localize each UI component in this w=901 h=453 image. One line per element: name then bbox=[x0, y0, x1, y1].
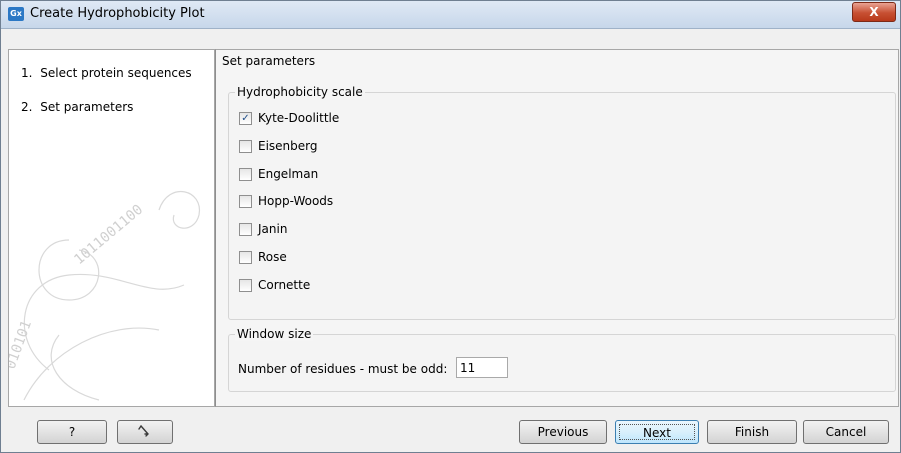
option-label: Kyte-Doolittle bbox=[258, 111, 340, 125]
panel-title: Set parameters bbox=[222, 54, 316, 68]
option-label: Eisenberg bbox=[258, 139, 318, 153]
window-title: Create Hydrophobicity Plot bbox=[30, 6, 205, 21]
group-legend: Window size bbox=[235, 327, 314, 341]
help-button[interactable]: ? bbox=[37, 420, 107, 444]
app-logo-icon: Gx bbox=[8, 7, 24, 21]
checkbox[interactable] bbox=[239, 195, 252, 208]
reset-button[interactable] bbox=[117, 420, 173, 444]
window-size-group: Window size Number of residues - must be… bbox=[228, 327, 896, 392]
step-label: Select protein sequences bbox=[40, 66, 192, 80]
option-label: Rose bbox=[258, 250, 287, 264]
finish-button[interactable]: Finish bbox=[707, 420, 797, 444]
dialog-window: Gx Create Hydrophobicity Plot X 1. Selec… bbox=[0, 0, 901, 453]
hydrophobicity-scale-group: Hydrophobicity scale ✓ Kyte-Doolittle Ei… bbox=[228, 85, 896, 320]
option-label: Cornette bbox=[258, 278, 311, 292]
residues-field-label: Number of residues - must be odd: bbox=[238, 362, 448, 376]
undo-arrow-icon bbox=[138, 425, 149, 437]
checkbox[interactable] bbox=[239, 223, 252, 236]
window-size-input[interactable] bbox=[456, 357, 508, 378]
checkbox[interactable] bbox=[239, 279, 252, 292]
svg-text:1011001100: 1011001100 bbox=[71, 202, 146, 268]
svg-text:010101: 010101 bbox=[9, 318, 35, 371]
wizard-steps-panel: 1. Select protein sequences 2. Set param… bbox=[8, 49, 215, 407]
checkbox-checked[interactable]: ✓ bbox=[239, 112, 252, 125]
step-set-parameters: 2. Set parameters bbox=[21, 100, 133, 114]
step-number: 1. bbox=[21, 66, 33, 80]
checkbox[interactable] bbox=[239, 251, 252, 264]
checkbox[interactable] bbox=[239, 168, 252, 181]
next-button-label: Next bbox=[619, 424, 695, 440]
parameters-panel: Set parameters Hydrophobicity scale ✓ Ky… bbox=[215, 49, 899, 407]
option-label: Engelman bbox=[258, 167, 319, 181]
next-button[interactable]: Next bbox=[615, 420, 699, 444]
title-bar[interactable]: Gx Create Hydrophobicity Plot X bbox=[1, 1, 900, 29]
close-button[interactable]: X bbox=[852, 2, 896, 22]
step-number: 2. bbox=[21, 100, 33, 114]
decorative-spiral-watermark-icon: 1011001100 010101 bbox=[9, 191, 200, 401]
cancel-button[interactable]: Cancel bbox=[803, 420, 889, 444]
option-label: Janin bbox=[258, 222, 288, 236]
step-label: Set parameters bbox=[40, 100, 134, 114]
group-legend: Hydrophobicity scale bbox=[235, 85, 365, 99]
checkbox[interactable] bbox=[239, 140, 252, 153]
option-label: Hopp-Woods bbox=[258, 194, 334, 208]
step-select-protein-sequences: 1. Select protein sequences bbox=[21, 66, 192, 80]
previous-button[interactable]: Previous bbox=[519, 420, 607, 444]
